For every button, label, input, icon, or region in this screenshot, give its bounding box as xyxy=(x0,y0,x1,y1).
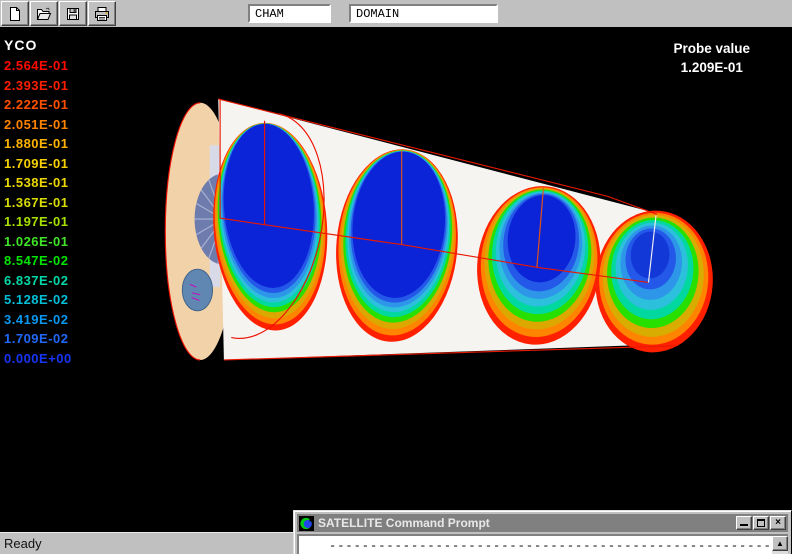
legend-variable-name: YCO xyxy=(4,37,72,53)
legend-entry: 2.393E-01 xyxy=(4,76,72,96)
window-title: SATELLITE Command Prompt xyxy=(318,516,735,530)
probe-label: Probe value xyxy=(673,39,750,58)
legend-entry: 1.367E-01 xyxy=(4,193,72,213)
legend-entry: 1.880E-01 xyxy=(4,134,72,154)
legend-entry: 3.419E-02 xyxy=(4,310,72,330)
print-button[interactable] xyxy=(88,1,116,26)
legend-entry: 2.564E-01 xyxy=(4,56,72,76)
graphics-viewport[interactable]: YCO 2.564E-012.393E-012.222E-012.051E-01… xyxy=(0,29,792,533)
scroll-up-button[interactable]: ▲ xyxy=(772,536,788,551)
legend-entry: 1.709E-01 xyxy=(4,154,72,174)
legend-entry: 1.709E-02 xyxy=(4,329,72,349)
legend-entry: 2.222E-01 xyxy=(4,95,72,115)
minimize-button[interactable] xyxy=(736,516,752,530)
legend-entry: 8.547E-02 xyxy=(4,251,72,271)
application-window: YCO 2.564E-012.393E-012.222E-012.051E-01… xyxy=(0,0,792,554)
probe-readout: Probe value 1.209E-01 xyxy=(673,39,750,77)
new-file-button[interactable] xyxy=(1,1,29,26)
new-file-icon xyxy=(7,6,23,22)
probe-value: 1.209E-01 xyxy=(673,58,750,77)
prompt-output-line: ----------------------------------------… xyxy=(299,536,788,553)
printer-icon xyxy=(94,6,110,22)
inlet-blob xyxy=(182,269,212,311)
legend-entry: 5.128E-02 xyxy=(4,290,72,310)
open-file-button[interactable] xyxy=(30,1,58,26)
status-text: Ready xyxy=(4,536,42,551)
open-folder-icon xyxy=(36,6,52,22)
legend-entry: 2.051E-01 xyxy=(4,115,72,135)
contour-legend: YCO 2.564E-012.393E-012.222E-012.051E-01… xyxy=(4,37,72,368)
satellite-app-icon xyxy=(299,516,314,531)
cham-field[interactable] xyxy=(248,4,331,23)
legend-entry: 0.000E+00 xyxy=(4,349,72,369)
legend-entry: 6.837E-02 xyxy=(4,271,72,291)
legend-entry: 1.026E-01 xyxy=(4,232,72,252)
viewport-3d-scene xyxy=(0,29,792,533)
legend-entry: 1.538E-01 xyxy=(4,173,72,193)
domain-field[interactable] xyxy=(349,4,498,23)
window-title-bar[interactable]: SATELLITE Command Prompt × xyxy=(297,514,788,532)
satellite-command-prompt-window[interactable]: SATELLITE Command Prompt × -------------… xyxy=(293,510,792,554)
close-button[interactable]: × xyxy=(770,516,786,530)
save-floppy-icon xyxy=(65,6,81,22)
command-prompt-output[interactable]: ----------------------------------------… xyxy=(297,534,788,554)
vertical-scrollbar[interactable]: ▲ xyxy=(772,536,788,554)
toolbar xyxy=(0,0,792,29)
legend-entry: 1.197E-01 xyxy=(4,212,72,232)
save-file-button[interactable] xyxy=(59,1,87,26)
maximize-button[interactable] xyxy=(753,516,769,530)
